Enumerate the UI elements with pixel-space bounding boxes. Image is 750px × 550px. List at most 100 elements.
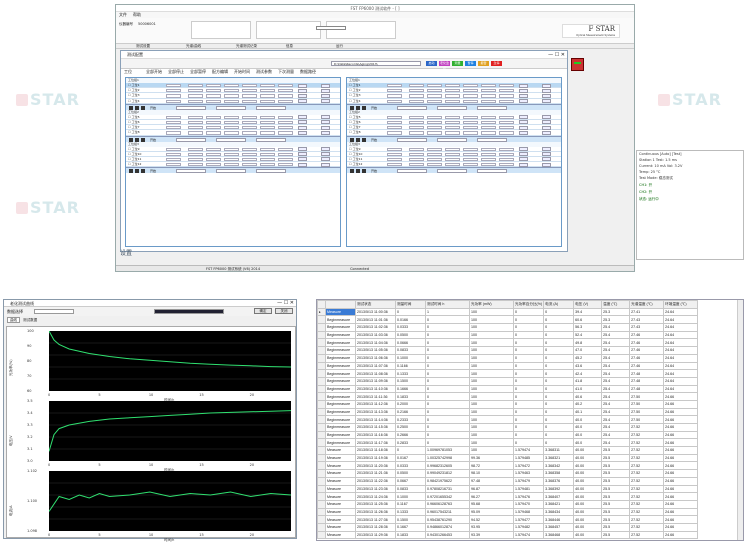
table-row[interactable]: Measure 2013/5/13 11:25:36 0.1167 0.9660612…: [317, 499, 699, 509]
param-field[interactable]: [499, 131, 514, 135]
param-field[interactable]: [499, 152, 514, 156]
group-field[interactable]: [437, 137, 467, 142]
row-header[interactable]: [317, 384, 326, 394]
param-field[interactable]: [463, 163, 478, 167]
window-controls[interactable]: — ☐ ✕: [548, 52, 565, 58]
param-field[interactable]: [481, 89, 496, 93]
param-field[interactable]: [242, 147, 257, 151]
param-field[interactable]: [260, 99, 275, 103]
param-field[interactable]: [188, 131, 203, 135]
vertical-scrollbar[interactable]: [737, 300, 743, 540]
column-header[interactable]: 测量时间: [395, 300, 426, 309]
row-button[interactable]: [298, 115, 307, 120]
param-field[interactable]: [188, 163, 203, 167]
table-row[interactable]: Beginmeasure 2013/5/13 11:09:36 0.1500 0 100…: [317, 376, 699, 386]
row-button[interactable]: [321, 120, 330, 125]
row-header[interactable]: [317, 453, 326, 463]
param-field[interactable]: [188, 115, 203, 119]
param-field[interactable]: [278, 120, 293, 125]
section-tab[interactable]: 光谱测试记录: [236, 44, 257, 49]
toolbar-button[interactable]: 测试参数: [256, 67, 272, 77]
param-field[interactable]: [409, 157, 424, 162]
param-field[interactable]: [206, 163, 221, 167]
toolbar-button[interactable]: 全部停止: [168, 67, 184, 77]
control-icon[interactable]: [356, 169, 360, 174]
param-field[interactable]: [206, 94, 221, 98]
param-field[interactable]: [206, 120, 221, 125]
param-field[interactable]: [242, 120, 257, 125]
row-button[interactable]: [321, 157, 330, 162]
row-button[interactable]: [542, 93, 551, 98]
row-header[interactable]: [317, 399, 326, 409]
column-header[interactable]: 电压 (V): [573, 300, 603, 309]
param-field[interactable]: [206, 84, 221, 88]
param-field[interactable]: [278, 152, 293, 156]
status-button[interactable]: 老化监控: [439, 61, 450, 70]
table-row[interactable]: Beginmeasure 2013/5/13 11:06:36 0.1000 0 100…: [317, 353, 699, 363]
param-field[interactable]: [409, 131, 424, 135]
param-field[interactable]: [481, 152, 496, 156]
table-row[interactable]: Beginmeasure 2013/5/13 11:16:36 0.2666 0 100…: [317, 430, 699, 440]
table-row[interactable]: Beginmeasure 2013/5/13 11:04:36 0.0666 0 100…: [317, 338, 699, 348]
param-field[interactable]: [260, 126, 275, 130]
column-header[interactable]: 光功率 (mW): [469, 300, 514, 309]
param-field[interactable]: [409, 126, 424, 130]
row-header[interactable]: [317, 376, 326, 386]
column-header[interactable]: 温度 (℃): [601, 300, 631, 309]
param-field[interactable]: [427, 99, 442, 103]
param-field[interactable]: [166, 99, 181, 103]
param-field[interactable]: [224, 131, 239, 135]
param-field[interactable]: [481, 163, 496, 167]
param-field[interactable]: [206, 126, 221, 130]
table-row[interactable]: Beginmeasure 2013/5/13 11:15:36 0.2500 0 100…: [317, 423, 699, 432]
param-field[interactable]: [166, 157, 181, 162]
param-field[interactable]: [242, 131, 257, 135]
param-field[interactable]: [499, 84, 514, 88]
group-field[interactable]: [216, 169, 246, 174]
table-row[interactable]: Beginmeasure 2013/5/13 11:13:36 0.2166 0 100…: [317, 407, 699, 417]
param-field[interactable]: [427, 94, 442, 98]
param-field[interactable]: [224, 163, 239, 167]
row-button[interactable]: [519, 130, 528, 135]
row-header[interactable]: [317, 392, 326, 401]
menu-item[interactable]: 文件: [119, 12, 127, 17]
row-header[interactable]: [317, 522, 326, 532]
control-icon[interactable]: [129, 169, 133, 174]
param-field[interactable]: [260, 147, 275, 151]
param-field[interactable]: [481, 157, 496, 162]
param-field[interactable]: [206, 152, 221, 156]
control-icon[interactable]: [135, 105, 139, 110]
confirm-button[interactable]: 确定: [254, 308, 272, 314]
table-row[interactable]: Measure 2013/5/13 11:22:36 0.0667 0.9842197…: [317, 476, 699, 486]
param-field[interactable]: [278, 157, 293, 162]
group-field[interactable]: [256, 169, 286, 174]
param-field[interactable]: [409, 94, 424, 98]
param-field[interactable]: [481, 131, 496, 135]
toolbar-button[interactable]: 下次测量: [278, 67, 294, 77]
menu-item[interactable]: 帮助: [133, 12, 141, 17]
control-icon[interactable]: [362, 137, 366, 142]
param-field[interactable]: [242, 152, 257, 156]
param-field[interactable]: [278, 115, 293, 119]
table-row[interactable]: Measure 2013/5/13 11:24:36 0.1000 0.9720165…: [317, 492, 699, 501]
control-icon[interactable]: [356, 105, 360, 110]
row-button[interactable]: [321, 99, 330, 104]
param-field[interactable]: [188, 120, 203, 125]
column-header[interactable]: 光谱温度 (℃): [629, 300, 665, 309]
start-all-label[interactable]: 开始: [150, 168, 156, 174]
row-button[interactable]: [321, 147, 330, 151]
row-button[interactable]: [298, 147, 307, 151]
row-header[interactable]: [317, 507, 326, 517]
section-tab[interactable]: 信息: [286, 44, 293, 49]
param-field[interactable]: [224, 152, 239, 156]
param-field[interactable]: [188, 147, 203, 151]
table-row[interactable]: Beginmeasure 2013/5/13 11:02:36 0.0333 0 100…: [317, 323, 699, 332]
row-header[interactable]: [317, 369, 326, 378]
param-field[interactable]: [278, 131, 293, 135]
row-header[interactable]: [317, 361, 326, 371]
param-field[interactable]: [278, 84, 293, 88]
row-button[interactable]: [519, 147, 528, 151]
param-field[interactable]: [445, 152, 460, 156]
param-field[interactable]: [427, 131, 442, 135]
control-icon[interactable]: [350, 105, 354, 110]
